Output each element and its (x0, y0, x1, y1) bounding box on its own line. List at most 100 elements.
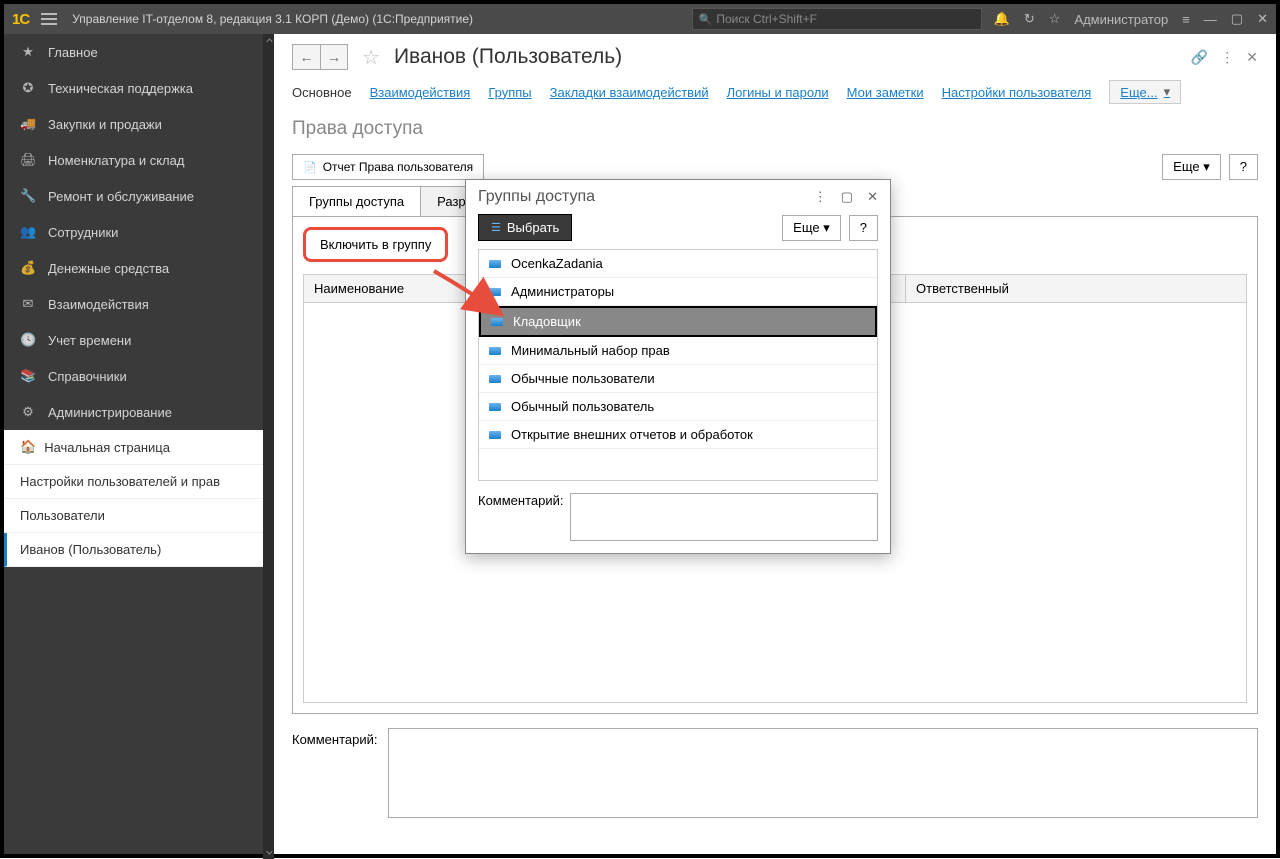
sidebar-item[interactable]: 🚚 Закупки и продажи (4, 106, 274, 142)
page-tab-link[interactable]: Настройки пользователя (942, 85, 1092, 100)
hamburger-icon[interactable] (41, 13, 57, 25)
group-icon (489, 260, 501, 268)
sidebar-item[interactable]: ★ Главное (4, 34, 274, 70)
popup-help-button[interactable]: ? (849, 215, 878, 241)
sidebar-icon: ★ (20, 44, 36, 60)
popup-list-item[interactable]: Кладовщик (479, 306, 877, 337)
sidebar-icon: 🔧 (20, 188, 36, 204)
popup-title: Группы доступа (478, 188, 595, 206)
page-tab-link[interactable]: Логины и пароли (727, 85, 829, 100)
sidebar-icon: 👥 (20, 224, 36, 240)
group-icon (489, 431, 501, 439)
popup-comment-textarea[interactable] (570, 493, 879, 541)
sidebar-sub-item[interactable]: Пользователи (4, 499, 274, 533)
popup-list-item[interactable]: Обычные пользователи (479, 365, 877, 393)
user-label[interactable]: Администратор (1074, 12, 1168, 27)
sidebar-label: Взаимодействия (48, 297, 149, 312)
popup-list-item[interactable]: OcenkaZadania (479, 250, 877, 278)
comment-label: Комментарий: (292, 728, 378, 818)
kebab-icon[interactable]: ⋮ (1220, 49, 1234, 66)
sidebar-label: Учет времени (48, 333, 131, 348)
sidebar-icon: 🖨 (20, 152, 36, 168)
sidebar-item[interactable]: 🕓 Учет времени (4, 322, 274, 358)
global-search-input[interactable]: Поиск Ctrl+Shift+F (692, 8, 982, 30)
popup-maximize-icon[interactable]: ▢ (841, 189, 853, 205)
popup-comment-label: Комментарий: (478, 493, 564, 508)
comment-textarea[interactable] (388, 728, 1259, 818)
tabs-more-dropdown[interactable]: Еще...▾ (1109, 80, 1181, 104)
group-icon (491, 318, 503, 326)
sidebar-label: Закупки и продажи (48, 117, 162, 132)
popup-list-item[interactable]: Администраторы (479, 278, 877, 306)
page-tabs: Основное Взаимодействия Группы Закладки вза… (292, 80, 1258, 104)
sidebar-label: Главное (48, 45, 98, 60)
page-title: Иванов (Пользователь) (394, 45, 1183, 69)
page-tab-link[interactable]: Основное (292, 85, 352, 100)
link-icon[interactable]: 🔗 (1191, 49, 1208, 66)
close-page-icon[interactable]: ✕ (1246, 49, 1258, 66)
bell-icon[interactable]: 🔔 (994, 11, 1010, 27)
sidebar-label: Сотрудники (48, 225, 118, 240)
app-logo: 1C (12, 11, 29, 28)
sidebar: ★ Главное ✪ Техническая поддержка 🚚 Закупки и… (4, 34, 274, 854)
tab-access-groups[interactable]: Группы доступа (292, 186, 421, 216)
sidebar-item[interactable]: 💰 Денежные средства (4, 250, 274, 286)
nav-back-button[interactable]: ← (292, 44, 320, 70)
group-icon (489, 347, 501, 355)
star-icon[interactable]: ☆ (1049, 11, 1061, 27)
sidebar-item[interactable]: ✪ Техническая поддержка (4, 70, 274, 106)
sidebar-label: Администрирование (48, 405, 172, 420)
sidebar-icon: 💰 (20, 260, 36, 276)
sidebar-label: Ремонт и обслуживание (48, 189, 194, 204)
sidebar-item[interactable]: 🔧 Ремонт и обслуживание (4, 178, 274, 214)
sidebar-sub-item[interactable]: 🏠Начальная страница (4, 430, 274, 465)
popup-list: OcenkaZadaniaАдминистраторыКладовщикМини… (478, 249, 878, 481)
report-button[interactable]: Отчет Права пользователя (292, 154, 484, 180)
popup-list-item[interactable]: Минимальный набор прав (479, 337, 877, 365)
sidebar-item[interactable]: 👥 Сотрудники (4, 214, 274, 250)
group-icon (489, 403, 501, 411)
sidebar-scrollbar[interactable] (263, 34, 274, 859)
section-title: Права доступа (292, 118, 1258, 140)
popup-list-item[interactable]: Открытие внешних отчетов и обработок (479, 421, 877, 449)
sidebar-icon: 🕓 (20, 332, 36, 348)
popup-close-icon[interactable]: ✕ (867, 189, 878, 205)
window-title: Управление IT-отделом 8, редакция 3.1 КО… (72, 12, 691, 26)
page-tab-link[interactable]: Взаимодействия (370, 85, 471, 100)
history-icon[interactable]: ↻ (1024, 11, 1035, 27)
group-icon (489, 375, 501, 383)
sidebar-item[interactable]: ✉ Взаимодействия (4, 286, 274, 322)
page-tab-link[interactable]: Мои заметки (847, 85, 924, 100)
include-in-group-button[interactable]: Включить в группу (303, 227, 448, 262)
sidebar-item[interactable]: 📚 Справочники (4, 358, 274, 394)
sidebar-sub-item[interactable]: Иванов (Пользователь) (4, 533, 274, 567)
sidebar-label: Техническая поддержка (48, 81, 193, 96)
favorite-icon[interactable]: ☆ (362, 45, 380, 70)
page-tab-link[interactable]: Группы (488, 85, 531, 100)
more-button[interactable]: Еще ▾ (1162, 154, 1221, 180)
maximize-icon[interactable]: ▢ (1231, 11, 1243, 27)
popup-list-item[interactable]: Обычный пользователь (479, 393, 877, 421)
titlebar: 1C Управление IT-отделом 8, редакция 3.1… (4, 4, 1276, 34)
sidebar-sub-item[interactable]: Настройки пользователей и прав (4, 465, 274, 499)
sidebar-label: Номенклатура и склад (48, 153, 184, 168)
sidebar-icon: ✪ (20, 80, 36, 96)
col-responsible[interactable]: Ответственный (906, 275, 1246, 302)
popup-kebab-icon[interactable]: ⋮ (814, 189, 827, 205)
menu-icon[interactable]: ≡ (1182, 12, 1190, 27)
sidebar-icon: ✉ (20, 296, 36, 312)
sidebar-icon: 📚 (20, 368, 36, 384)
sidebar-label: Справочники (48, 369, 127, 384)
sidebar-item[interactable]: ⚙Администрирование (4, 394, 274, 430)
home-icon: 🏠 (20, 439, 36, 455)
sidebar-item[interactable]: 🖨 Номенклатура и склад (4, 142, 274, 178)
page-tab-link[interactable]: Закладки взаимодействий (550, 85, 709, 100)
help-button[interactable]: ? (1229, 154, 1258, 180)
sidebar-label: Денежные средства (48, 261, 169, 276)
nav-forward-button[interactable]: → (320, 44, 348, 70)
popup-more-button[interactable]: Еще ▾ (782, 215, 841, 241)
minimize-icon[interactable]: — (1204, 12, 1217, 27)
sidebar-icon: 🚚 (20, 116, 36, 132)
close-icon[interactable]: ✕ (1257, 11, 1268, 27)
select-button[interactable]: Выбрать (478, 214, 572, 241)
